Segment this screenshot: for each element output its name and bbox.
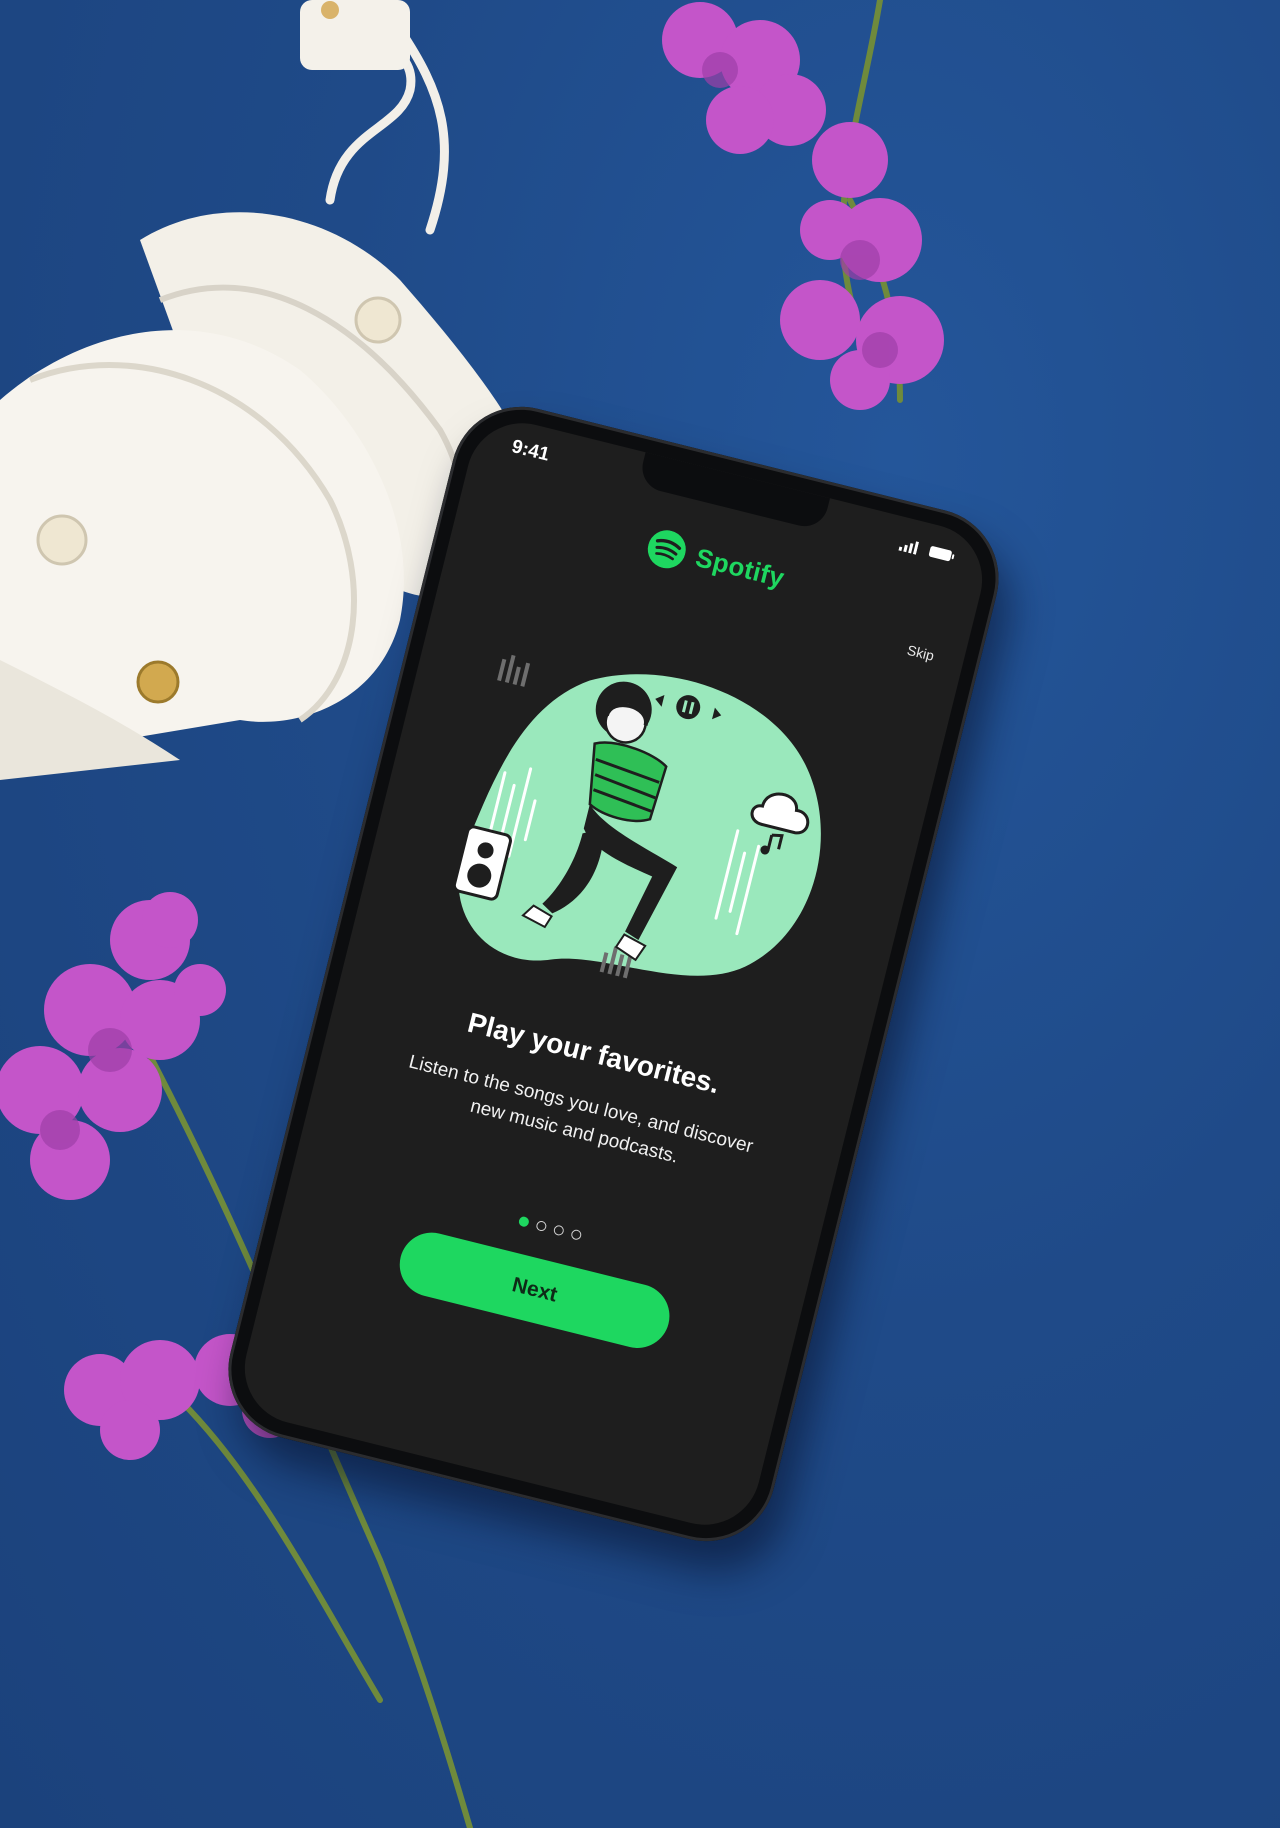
spotify-logo-icon (648, 530, 687, 569)
battery-icon (928, 546, 955, 562)
desk-background: 9:41 Spotify Skip Play your favorites. L… (0, 0, 1280, 1828)
skip-button[interactable]: Skip (906, 642, 936, 664)
signal-icon (898, 541, 920, 555)
brand-name: Spotify (692, 541, 788, 593)
onboarding-illustration (452, 654, 821, 979)
page-dot[interactable] (535, 1219, 548, 1233)
status-time: 9:41 (509, 436, 552, 466)
page-dot[interactable] (552, 1224, 565, 1237)
page-dot-active[interactable] (517, 1215, 530, 1228)
page-dot[interactable] (570, 1228, 583, 1241)
